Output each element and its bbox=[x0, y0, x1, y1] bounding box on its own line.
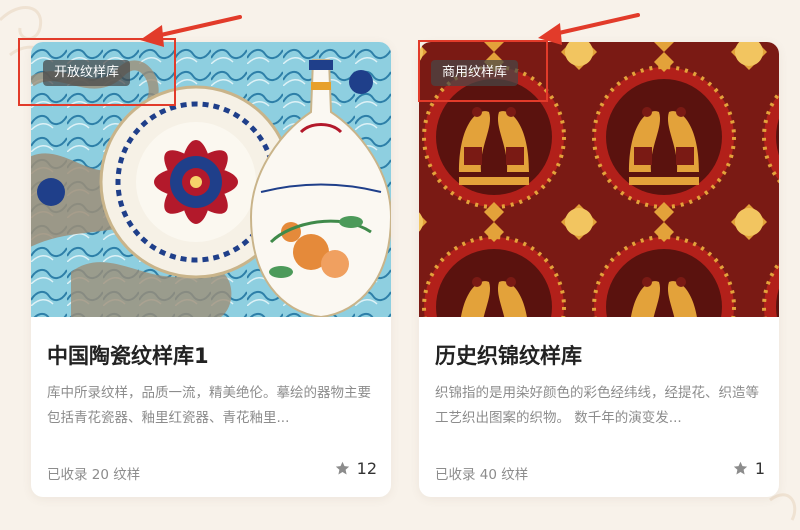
pattern-library-card-brocade[interactable]: 商用纹样库 历史织锦纹样库 织锦指的是用染好颜色的彩色经纬线，经提花、织造等工艺… bbox=[419, 42, 779, 497]
pattern-library-card-ceramic[interactable]: 开放纹样库 中国陶瓷纹样库1 库中所录纹样，品质一流，精美绝伦。摹绘的器物主要包… bbox=[31, 42, 391, 497]
card-title[interactable]: 中国陶瓷纹样库1 bbox=[47, 340, 209, 370]
library-type-tag: 商用纹样库 bbox=[431, 60, 519, 86]
pattern-count: 已收录 20 纹样 bbox=[47, 467, 141, 483]
pattern-count: 已收录 40 纹样 bbox=[435, 467, 529, 483]
star-count: 1 bbox=[754, 459, 765, 478]
card-title[interactable]: 历史织锦纹样库 bbox=[435, 340, 582, 370]
star-button[interactable]: 1 bbox=[732, 459, 765, 478]
star-icon bbox=[335, 461, 349, 475]
card-description: 库中所录纹样，品质一流，精美绝伦。摹绘的器物主要包括青花瓷器、釉里红瓷器、青花釉… bbox=[47, 385, 371, 426]
star-button[interactable]: 12 bbox=[334, 459, 377, 478]
library-type-tag: 开放纹样库 bbox=[43, 60, 131, 86]
star-count: 12 bbox=[356, 459, 377, 478]
star-icon bbox=[733, 461, 747, 475]
card-description: 织锦指的是用染好颜色的彩色经纬线，经提花、织造等工艺织出图案的织物。 数千年的演… bbox=[435, 385, 759, 426]
